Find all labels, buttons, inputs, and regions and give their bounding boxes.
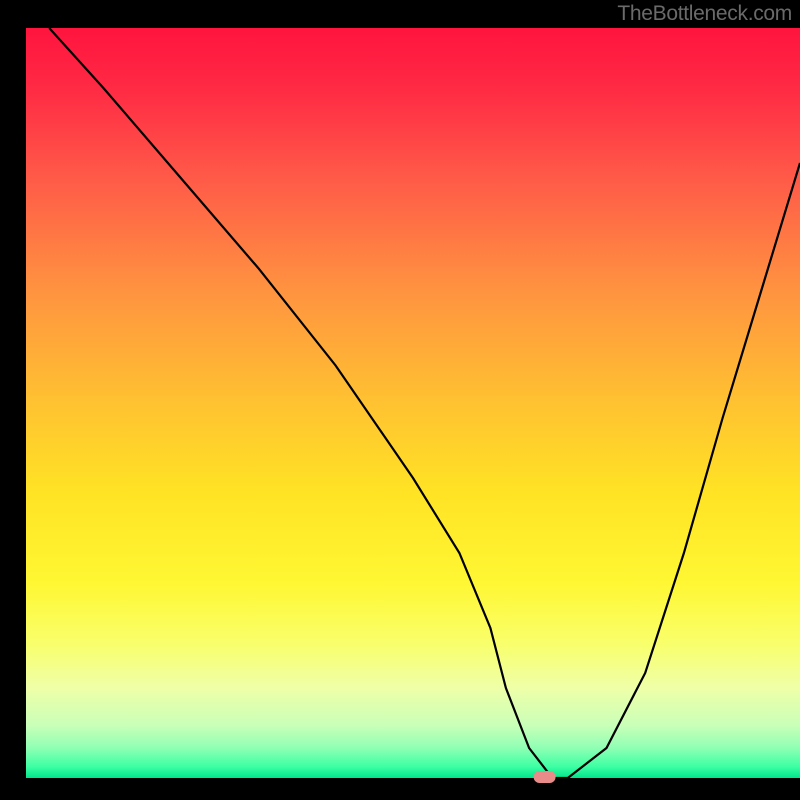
bottleneck-chart [0,0,800,800]
chart-container: TheBottleneck.com [0,0,800,800]
watermark-text: TheBottleneck.com [617,2,792,26]
plot-background [26,28,800,778]
optimum-marker [534,771,556,783]
